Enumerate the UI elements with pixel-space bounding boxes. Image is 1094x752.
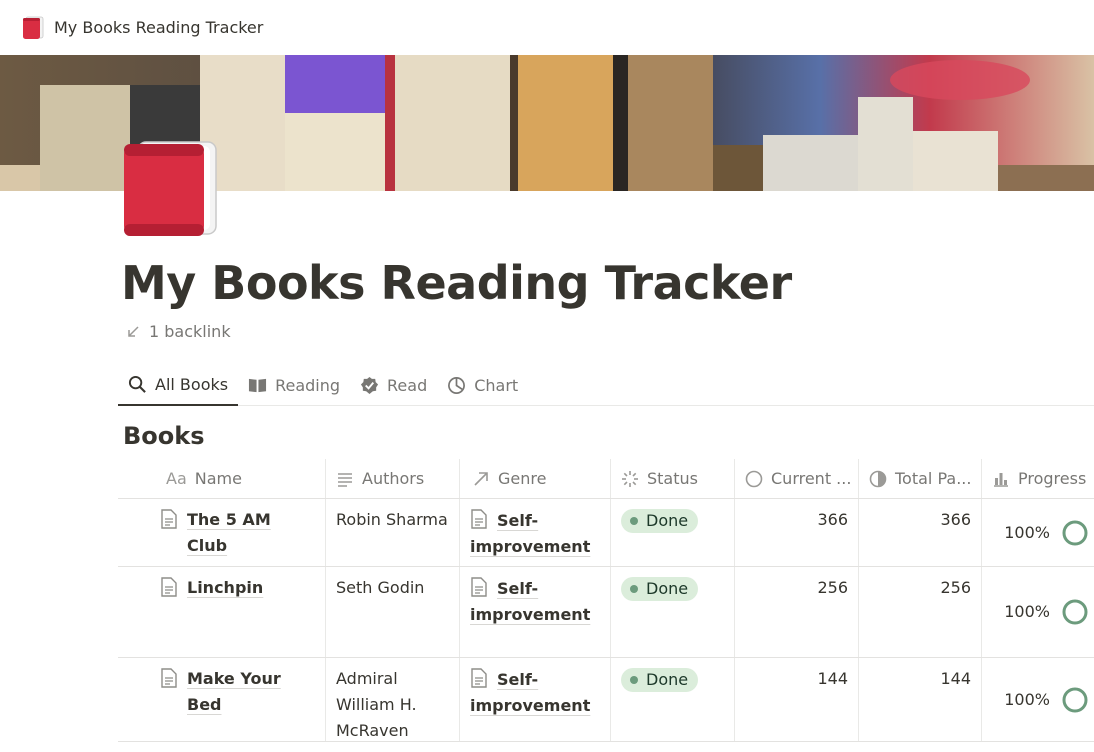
page-icon [161,577,177,597]
column-header-genre[interactable]: Genre [460,459,611,498]
column-label: Name [194,469,242,488]
status-dot-icon [630,676,638,684]
circle-icon [745,470,763,487]
table-row[interactable]: The 5 AM Club Robin Sharma Self-improvem… [118,499,1094,567]
column-header-status[interactable]: Status [611,459,735,498]
status-cell[interactable]: Done [611,567,735,657]
tab-label: Reading [275,375,341,395]
genre-label: Self-improvement [470,511,591,556]
status-icon [622,470,638,487]
tab-chart[interactable]: Chart [437,365,528,405]
page-icon [161,668,177,688]
top-bar: My Books Reading Tracker [0,0,1094,55]
authors-cell[interactable]: Robin Sharma [326,499,460,566]
genre-relation-link[interactable]: Self-improvement [470,577,591,624]
book-name-link[interactable]: Make Your Bed [187,666,315,718]
column-label: Status [647,469,698,488]
progress-cell: 100% [982,499,1094,566]
column-label: Genre [498,469,547,488]
status-badge: Done [621,668,699,692]
progress-ring-icon [1062,687,1088,712]
status-label: Done [646,579,689,598]
column-label: Authors [362,469,425,488]
backlink-label: 1 backlink [149,322,231,341]
progress-value: 100% [1004,602,1050,621]
book-name-link[interactable]: Linchpin [187,575,263,601]
current-page-cell[interactable]: 256 [735,567,859,657]
genre-cell: Self-improvement [460,658,611,741]
view-tabs: All Books Reading Read Chart [118,365,1094,406]
tab-label: Chart [474,375,519,395]
check-badge-icon [360,376,379,394]
column-label: Current ... [771,469,852,488]
page-icon [471,668,487,688]
progress-ring-icon [1062,599,1088,625]
book-name-link[interactable]: The 5 AM Club [187,507,315,559]
status-label: Done [646,670,689,689]
genre-label: Self-improvement [470,579,591,624]
total-pages-cell[interactable]: 144 [859,658,982,741]
name-cell: The 5 AM Club [118,499,326,566]
column-header-total[interactable]: Total Pa... [859,459,982,498]
column-header-progress[interactable]: Progress [982,459,1094,498]
current-page-cell[interactable]: 144 [735,658,859,741]
breadcrumb-title[interactable]: My Books Reading Tracker [54,18,263,37]
pie-chart-icon [448,376,466,394]
table-row[interactable]: Linchpin Seth Godin Self-improvement Don… [118,567,1094,658]
progress-value: 100% [1004,522,1050,542]
page-icon [161,509,177,529]
backlink-button[interactable]: 1 backlink [126,322,231,341]
half-circle-icon [869,470,887,487]
bar-chart-icon [994,472,1008,487]
progress-cell: 100% [982,658,1094,741]
progress-cell: 100% [982,567,1094,657]
status-cell[interactable]: Done [611,658,735,741]
relation-arrow-icon [474,471,488,486]
status-dot-icon [630,585,638,593]
column-label: Total Pa... [895,469,972,488]
tab-label: All Books [155,375,229,394]
current-page-cell[interactable]: 366 [735,499,859,566]
total-pages-cell[interactable]: 366 [859,499,982,566]
column-header-authors[interactable]: Authors [326,459,460,498]
page-icon [471,577,487,597]
table-header: Aa Name Authors Genre Status Current ...… [118,459,1094,499]
column-label: Progress [1018,469,1087,488]
genre-cell: Self-improvement [460,567,611,657]
authors-cell[interactable]: Admiral William H. McRaven [326,658,460,741]
name-cell: Linchpin [118,567,326,657]
page-icon [471,509,487,529]
lines-icon [338,472,352,487]
tab-reading[interactable]: Reading [238,365,350,405]
status-cell[interactable]: Done [611,499,735,566]
genre-relation-link[interactable]: Self-improvement [470,509,591,556]
column-header-current[interactable]: Current ... [735,459,859,498]
red-book-icon[interactable] [122,136,218,240]
arrow-down-left-icon [128,325,139,337]
status-badge: Done [621,577,699,601]
column-header-name[interactable]: Aa Name [118,459,326,498]
tab-label: Read [387,375,428,395]
status-dot-icon [630,517,638,525]
progress-ring-icon [1062,520,1088,545]
tab-all-books[interactable]: All Books [118,365,239,406]
tab-read[interactable]: Read [350,365,437,405]
text-type-icon: Aa [166,469,187,488]
authors-cell[interactable]: Seth Godin [326,567,460,657]
red-book-icon [23,16,44,39]
name-cell: Make Your Bed [118,658,326,741]
table-row[interactable]: Make Your Bed Admiral William H. McRaven… [118,658,1094,742]
genre-relation-link[interactable]: Self-improvement [470,668,591,715]
status-label: Done [646,511,689,530]
database-title[interactable]: Books [123,422,205,450]
open-book-icon [249,378,267,392]
search-icon [128,375,146,393]
books-table: Aa Name Authors Genre Status Current ...… [118,459,1094,742]
total-pages-cell[interactable]: 256 [859,567,982,657]
genre-cell: Self-improvement [460,499,611,566]
progress-value: 100% [1004,689,1050,709]
status-badge: Done [621,509,699,533]
page-title[interactable]: My Books Reading Tracker [121,256,792,310]
genre-label: Self-improvement [470,670,591,715]
